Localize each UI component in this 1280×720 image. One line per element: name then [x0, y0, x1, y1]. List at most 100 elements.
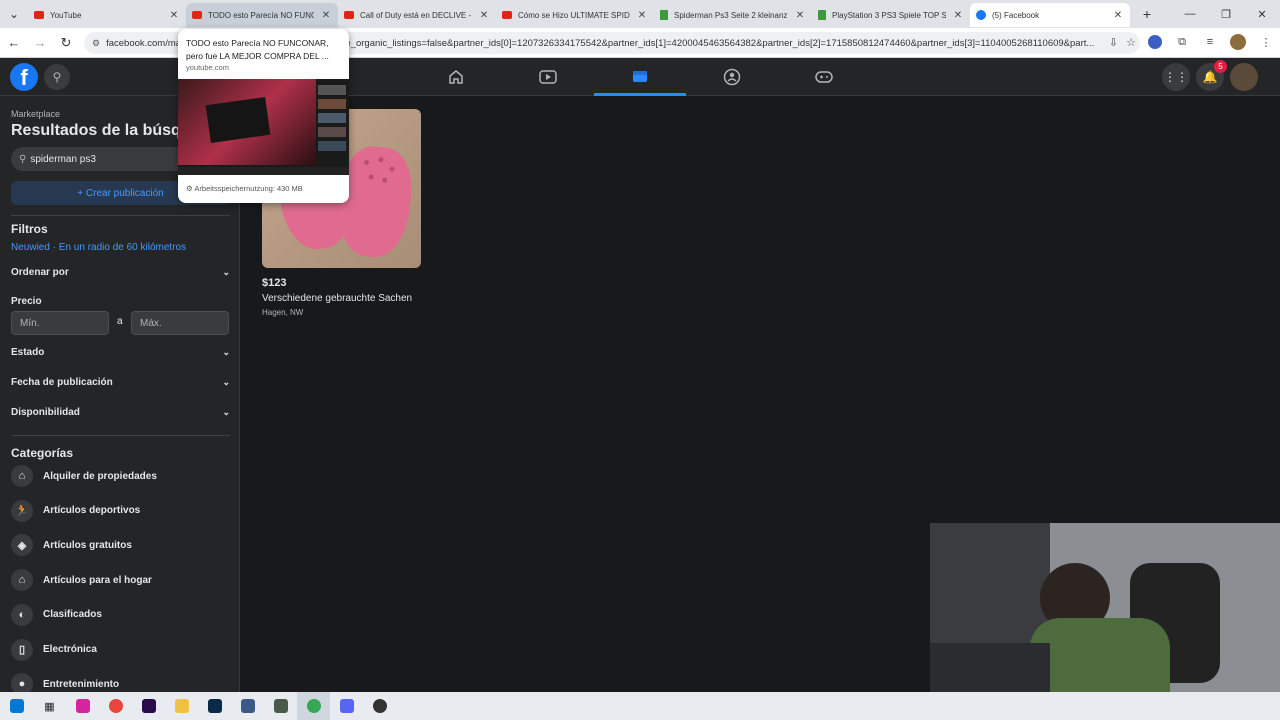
category-item[interactable]: ● Entretenimiento	[11, 673, 119, 692]
youtube-favicon-icon	[344, 11, 354, 19]
marketplace-icon[interactable]	[594, 58, 686, 96]
media-controls-icon[interactable]: ≡	[1202, 36, 1218, 48]
min-price-input[interactable]: Mín.	[11, 311, 109, 335]
tab-search-dropdown-icon[interactable]: ⌄	[0, 0, 28, 28]
category-label: Artículos deportivos	[43, 505, 141, 517]
max-price-input[interactable]: Máx.	[131, 311, 229, 335]
tab-title: Call of Duty está en DECLIVE -	[360, 10, 472, 20]
browser-tab[interactable]: YouTube ✕	[28, 3, 186, 27]
restore-icon[interactable]: ❐	[1208, 8, 1244, 21]
category-item[interactable]: ◈ Artículos gratuitos	[11, 534, 132, 557]
category-label: Artículos gratuitos	[43, 539, 132, 551]
search-icon[interactable]: ⚲	[44, 64, 70, 90]
close-tab-icon[interactable]: ✕	[320, 10, 332, 21]
tab-title: Cómo se Hizo ULTIMATE SPIDE	[518, 10, 630, 20]
task-view-icon[interactable]: ▦	[33, 692, 66, 720]
forward-icon[interactable]: →	[28, 35, 52, 50]
chevron-down-icon: ⌄	[222, 267, 230, 277]
date-listed-label: Fecha de publicación	[11, 377, 113, 388]
category-item[interactable]: ▯ Electrónica	[11, 638, 97, 661]
browser-tab[interactable]: Cómo se Hizo ULTIMATE SPIDE ✕	[496, 3, 654, 27]
obs-icon[interactable]	[363, 692, 396, 720]
category-label: Artículos para el hogar	[43, 574, 152, 586]
categories-heading: Categorías	[11, 446, 74, 460]
site-info-icon[interactable]: ⚙	[92, 38, 100, 49]
close-tab-icon[interactable]: ✕	[952, 10, 964, 21]
tab-title: (5) Facebook	[992, 10, 1040, 20]
browser-tab[interactable]: Spiderman Ps3 Seite 2 kleinanz ✕	[654, 3, 812, 27]
browser-tab[interactable]: PlayStation 3 PS3 Spiele TOP Sc ✕	[812, 3, 970, 27]
close-tab-icon[interactable]: ✕	[636, 10, 648, 21]
availability-label: Disponibilidad	[11, 407, 80, 418]
category-item[interactable]: 🏃 Artículos deportivos	[11, 499, 141, 522]
location-filter-link[interactable]: Neuwied · En un radio de 60 kilómetros	[11, 242, 186, 253]
preview-memory-usage: ⚙ Arbeitsspeichernutzung: 430 MB	[186, 184, 303, 193]
minimize-icon[interactable]: —	[1172, 8, 1208, 20]
facebook-logo[interactable]: f	[10, 63, 38, 91]
account-avatar[interactable]	[1230, 63, 1258, 91]
close-tab-icon[interactable]: ✕	[478, 10, 490, 21]
extensions-puzzle-icon[interactable]: ⧉	[1174, 36, 1190, 49]
url-text-start: facebook.com/ma	[106, 37, 182, 49]
youtube-favicon-icon	[34, 11, 44, 19]
megaphone-icon: ◐	[11, 603, 33, 626]
listing-price[interactable]: $123	[262, 277, 286, 289]
browser-tab[interactable]: Call of Duty está en DECLIVE - ✕	[338, 3, 496, 27]
tab-title: YouTube	[50, 10, 82, 20]
discord-icon[interactable]	[330, 692, 363, 720]
close-tab-icon[interactable]: ✕	[794, 10, 806, 21]
category-item[interactable]: ⌂ Artículos para el hogar	[11, 569, 152, 592]
sort-by-dropdown[interactable]: Ordenar por ⌄	[11, 267, 230, 278]
tag-icon: ◈	[11, 534, 33, 557]
condition-label: Estado	[11, 347, 45, 358]
home-icon[interactable]	[410, 58, 502, 96]
extension-icon[interactable]	[1148, 35, 1162, 49]
notifications-bell-icon[interactable]: 🔔 5	[1196, 60, 1227, 91]
listing-title[interactable]: Verschiedene gebrauchte Sachen	[262, 293, 412, 304]
install-app-icon[interactable]: ⇩	[1109, 36, 1118, 49]
preview-thumbnail	[178, 79, 349, 175]
windows-start-icon[interactable]	[0, 692, 33, 720]
photoshop-icon[interactable]	[198, 692, 231, 720]
file-explorer-icon[interactable]	[165, 692, 198, 720]
running-icon: 🏃	[11, 499, 33, 522]
browser-tab[interactable]: TODO esto Parecía NO FUNCON ✕	[186, 3, 338, 27]
section-label: Marketplace	[11, 109, 61, 119]
window-controls: — ❐ ✕	[1172, 0, 1280, 28]
gaming-icon[interactable]	[778, 58, 870, 96]
chrome-active-icon[interactable]	[297, 692, 330, 720]
xbox-app-icon[interactable]	[264, 692, 297, 720]
preview-domain: youtube.com	[186, 63, 229, 72]
date-listed-dropdown[interactable]: Fecha de publicación ⌄	[11, 377, 230, 388]
new-tab-button[interactable]: +	[1136, 6, 1158, 22]
menu-grid-icon[interactable]: ⋮⋮	[1162, 63, 1190, 91]
category-item[interactable]: ◐ Clasificados	[11, 603, 102, 626]
availability-dropdown[interactable]: Disponibilidad ⌄	[11, 407, 230, 418]
condition-dropdown[interactable]: Estado ⌄	[11, 347, 230, 358]
url-text-end: ide_organic_listings=false&partner_ids[0…	[338, 37, 1095, 49]
back-icon[interactable]: ←	[2, 35, 26, 50]
reload-icon[interactable]: ↻	[54, 35, 78, 51]
phone-icon: ▯	[11, 638, 33, 661]
close-window-icon[interactable]: ✕	[1244, 8, 1280, 21]
browser-tab[interactable]: (5) Facebook ✕	[970, 3, 1130, 27]
vpn-app-icon[interactable]	[231, 692, 264, 720]
page-favicon-icon	[818, 10, 826, 20]
close-tab-icon[interactable]: ✕	[168, 10, 180, 21]
bookmark-star-icon[interactable]: ☆	[1126, 36, 1136, 49]
video-icon[interactable]	[502, 58, 594, 96]
taskbar: ▦	[0, 692, 1280, 720]
category-label: Entretenimiento	[43, 678, 120, 690]
sort-by-label: Ordenar por	[11, 267, 69, 278]
memory-text: Arbeitsspeichernutzung: 430 MB	[194, 184, 303, 193]
category-label: Alquiler de propiedades	[43, 470, 157, 482]
chrome-icon[interactable]	[99, 692, 132, 720]
category-item[interactable]: ⌂ Alquiler de propiedades	[11, 465, 157, 487]
profile-avatar[interactable]	[1230, 34, 1246, 50]
browser-menu-icon[interactable]: ⋮	[1258, 36, 1274, 49]
close-tab-icon[interactable]: ✕	[1112, 10, 1124, 21]
groups-icon[interactable]	[686, 58, 778, 96]
tab-title: TODO esto Parecía NO FUNCON	[208, 10, 314, 20]
instagram-app-icon[interactable]	[66, 692, 99, 720]
premiere-pro-icon[interactable]	[132, 692, 165, 720]
